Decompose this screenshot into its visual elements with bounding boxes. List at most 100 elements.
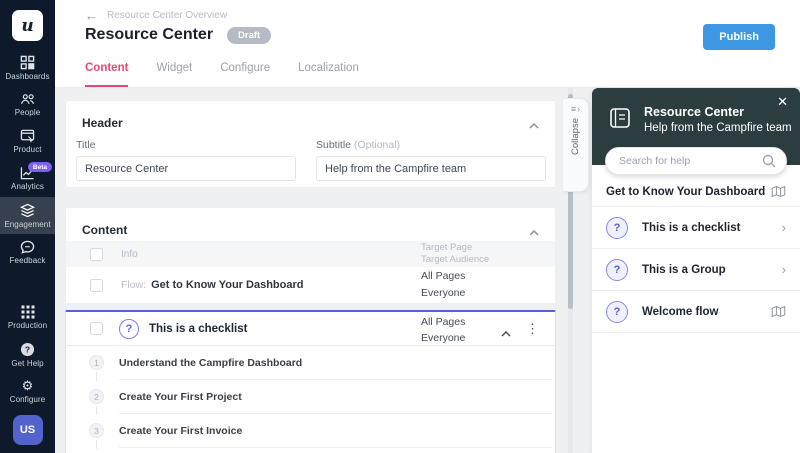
production-icon (21, 305, 35, 319)
row-checkbox[interactable] (90, 322, 103, 335)
sidebar-item-analytics[interactable]: Beta Analytics (0, 160, 55, 197)
sidebar-bottom: Production ? Get Help ⚙ Configure US (0, 299, 55, 453)
checklist-item-label: Create Your First Project (119, 391, 242, 403)
drag-handle-icon: ≡ (570, 104, 577, 114)
step-number-badge: 3 (89, 423, 104, 438)
step-number-badge: 2 (89, 389, 104, 404)
sidebar-item-label: Feedback (9, 256, 46, 265)
checklist-header-row[interactable]: ? This is a checklist All Pages Everyone… (66, 312, 555, 346)
checklist-item[interactable]: 3 Create Your First Invoice (66, 414, 555, 449)
sidebar-nav: Dashboards People Product Beta Analytics… (0, 49, 55, 271)
search-input[interactable] (606, 155, 762, 167)
sidebar-item-engagement[interactable]: Engagement (0, 197, 55, 234)
content-section-head: Content (66, 208, 555, 239)
chevron-right-icon: › (577, 104, 581, 114)
chevron-right-icon: › (781, 220, 786, 235)
column-target-page: Target Page (421, 242, 473, 253)
list-item[interactable]: ? Welcome flow (592, 291, 800, 333)
list-item-label: This is a Group (642, 263, 726, 276)
breadcrumb[interactable]: ← Resource Center Overview (85, 9, 228, 22)
user-avatar[interactable]: US (12, 415, 43, 445)
checklist-item-label: Understand the Campfire Dashboard (119, 357, 303, 369)
list-item-label: Welcome flow (642, 305, 719, 318)
chevron-up-icon[interactable] (529, 116, 539, 134)
checklist-name: This is a checklist (149, 322, 248, 335)
svg-text:?: ? (25, 344, 30, 354)
checklist-target: All Pages Everyone (421, 314, 465, 346)
publish-button[interactable]: Publish (703, 24, 775, 50)
subtitle-field-label: Subtitle (Optional) (316, 139, 401, 151)
chevron-right-icon: › (781, 262, 786, 277)
checklist-target-page: All Pages (421, 316, 466, 328)
breadcrumb-label: Resource Center Overview (107, 10, 228, 21)
kebab-menu-icon[interactable]: ⋮ (526, 320, 539, 338)
beta-badge: Beta (27, 162, 52, 172)
chevron-up-icon[interactable] (501, 324, 511, 342)
row-target-audience: Everyone (421, 287, 466, 299)
question-circle-icon: ? (606, 258, 628, 281)
book-icon (608, 107, 632, 134)
sidebar-item-people[interactable]: People (0, 86, 55, 123)
checklist-item-label: Create Your First Invoice (119, 425, 243, 437)
sidebar-item-dashboards[interactable]: Dashboards (0, 49, 55, 86)
table-row-flow[interactable]: Flow: Get to Know Your Dashboard All Pag… (66, 267, 555, 303)
content-table-header: Info Target Page Target Audience (66, 241, 555, 267)
optional-hint: (Optional) (353, 139, 401, 151)
header-section-head: Header (66, 101, 555, 132)
column-info: Info (121, 248, 138, 260)
question-circle-icon: ? (606, 300, 628, 323)
row-target-page: All Pages (421, 270, 466, 282)
preview-subtitle: Help from the Campfire team (644, 122, 792, 134)
page-title: Resource Center (85, 26, 214, 43)
row-target: All Pages Everyone (421, 268, 465, 302)
preview-head-row: Resource Center Help from the Campfire t… (592, 88, 800, 134)
sidebar: u Dashboards People Product Beta Analyti… (0, 0, 55, 453)
preview-title: Resource Center (644, 105, 745, 119)
checklist-item[interactable]: 2 Create Your First Project (66, 380, 555, 415)
map-icon (771, 185, 786, 198)
feedback-icon (20, 240, 35, 254)
sidebar-item-get-help[interactable]: ? Get Help (0, 336, 55, 373)
collapse-preview-toggle[interactable]: ≡ › Collapse (563, 98, 589, 192)
sidebar-item-configure[interactable]: ⚙ Configure (0, 373, 55, 410)
column-target: Target Page Target Audience (421, 242, 489, 266)
chevron-up-icon[interactable] (529, 223, 539, 241)
search-bar (605, 147, 787, 175)
checklist-target-audience: Everyone (421, 332, 466, 344)
collapse-label: Collapse (570, 118, 581, 155)
tab-content[interactable]: Content (85, 62, 129, 87)
checklist-item[interactable]: 1 Understand the Campfire Dashboard (66, 346, 555, 381)
title-row: Resource Center Draft (85, 26, 272, 44)
people-icon (20, 92, 36, 106)
select-all-checkbox[interactable] (90, 247, 103, 261)
tab-widget[interactable]: Widget (156, 62, 192, 87)
sidebar-item-product[interactable]: Product (0, 123, 55, 160)
sidebar-item-production[interactable]: Production (0, 299, 55, 336)
content-section-card: Content Info Target Page Target Audience… (65, 207, 556, 303)
close-icon[interactable]: ✕ (777, 94, 788, 110)
tab-localization[interactable]: Localization (298, 62, 359, 87)
list-item[interactable]: Get to Know Your Dashboard (592, 177, 800, 207)
preview-titles: Resource Center Help from the Campfire t… (644, 105, 792, 134)
list-item[interactable]: ? This is a Group › (592, 249, 800, 291)
title-input[interactable] (76, 156, 296, 181)
subtitle-field-group: Subtitle (Optional) (316, 139, 546, 181)
tab-configure[interactable]: Configure (220, 62, 270, 87)
search-icon[interactable] (762, 154, 776, 168)
sidebar-item-label: Product (13, 145, 42, 154)
question-circle-icon: ? (119, 318, 139, 339)
row-checkbox[interactable] (90, 278, 103, 292)
tab-bar: Content Widget Configure Localization (85, 62, 359, 87)
sidebar-item-feedback[interactable]: Feedback (0, 234, 55, 271)
list-item-label: This is a checklist (642, 221, 741, 234)
list-item-label: Get to Know Your Dashboard (606, 185, 766, 198)
gear-icon: ⚙ (21, 378, 34, 393)
list-item[interactable]: ? This is a checklist › (592, 207, 800, 249)
app-logo[interactable]: u (12, 10, 43, 41)
subtitle-input[interactable] (316, 156, 546, 181)
divider (119, 447, 552, 448)
sidebar-item-label: Analytics (11, 182, 44, 191)
sidebar-item-label: Get Help (11, 358, 44, 368)
sidebar-item-label: People (14, 108, 41, 117)
back-arrow-icon[interactable]: ← (85, 9, 98, 22)
